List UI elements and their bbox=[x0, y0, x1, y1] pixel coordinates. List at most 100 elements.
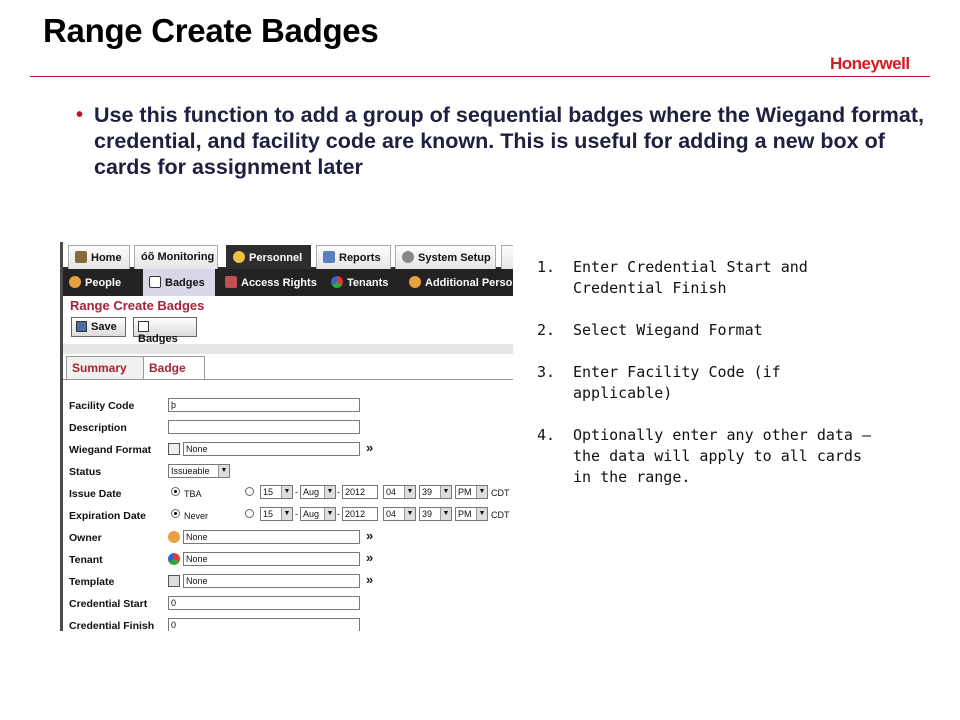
chevron-down-icon: ▼ bbox=[281, 508, 292, 520]
step-item: 2. Select Wiegand Format bbox=[537, 320, 877, 341]
owner-input[interactable]: None bbox=[183, 530, 360, 544]
issue-month-value: Aug bbox=[303, 487, 320, 497]
tab-label: Personnel bbox=[249, 252, 303, 264]
issue-minute-value: 39 bbox=[422, 487, 433, 497]
access-rights-icon bbox=[225, 276, 237, 288]
status-value: Issueable bbox=[171, 466, 210, 476]
badges-button[interactable]: Badges bbox=[133, 317, 197, 345]
credential-finish-label: Credential Finish bbox=[69, 620, 155, 631]
description-input[interactable] bbox=[168, 420, 360, 434]
subnav-access-rights[interactable]: Access Rights bbox=[219, 269, 319, 296]
expiration-never-radio[interactable] bbox=[171, 509, 180, 518]
issue-date-tba-radio[interactable] bbox=[171, 487, 180, 496]
app-screenshot: Home óõ Monitoring Personnel Reports Syst… bbox=[60, 242, 513, 631]
credential-start-input[interactable]: 0 bbox=[168, 596, 360, 610]
owner-label: Owner bbox=[69, 532, 102, 544]
credential-finish-input[interactable]: 0 bbox=[168, 618, 360, 631]
tab-label: Monitoring bbox=[157, 251, 215, 263]
facility-code-input[interactable]: þ bbox=[168, 398, 360, 412]
tab-summary[interactable]: Summary bbox=[66, 356, 144, 380]
chevron-down-icon: ▼ bbox=[324, 486, 335, 498]
subnav-additional-personnel[interactable]: Additional Personn bbox=[403, 269, 513, 296]
tenants-icon bbox=[331, 276, 343, 288]
issue-hour-select[interactable]: 04 ▼ bbox=[383, 485, 416, 499]
tab-overflow[interactable] bbox=[501, 245, 513, 269]
issue-date-specific-radio[interactable] bbox=[245, 487, 254, 496]
expiration-hour-select[interactable]: 04 ▼ bbox=[383, 507, 416, 521]
tenant-label: Tenant bbox=[69, 554, 103, 566]
issue-date-tba-label: TBA bbox=[184, 489, 202, 499]
tab-monitoring[interactable]: óõ Monitoring bbox=[134, 245, 218, 269]
template-more-button[interactable]: » bbox=[366, 572, 373, 587]
issue-month-select[interactable]: Aug ▼ bbox=[300, 485, 336, 499]
issue-year-input[interactable]: 2012 bbox=[342, 485, 378, 499]
tab-label: Home bbox=[91, 252, 122, 264]
expiration-date-label: Expiration Date bbox=[69, 510, 147, 522]
tenant-input[interactable]: None bbox=[183, 552, 360, 566]
save-icon bbox=[76, 321, 87, 332]
expiration-month-select[interactable]: Aug ▼ bbox=[300, 507, 336, 521]
tab-label: System Setup bbox=[418, 252, 491, 264]
chevron-down-icon: ▼ bbox=[440, 486, 451, 498]
subnav-people[interactable]: People bbox=[63, 269, 141, 296]
subnav-tenants[interactable]: Tenants bbox=[325, 269, 397, 296]
personnel-icon bbox=[233, 251, 245, 263]
subnav-badges[interactable]: Badges bbox=[143, 269, 215, 296]
issue-minute-select[interactable]: 39 ▼ bbox=[419, 485, 452, 499]
step-text: Enter Facility Code (if applicable) bbox=[573, 363, 781, 402]
issue-date-label: Issue Date bbox=[69, 488, 122, 500]
template-input[interactable]: None bbox=[183, 574, 360, 588]
issue-ampm-value: PM bbox=[458, 487, 472, 497]
expiration-ampm-select[interactable]: PM ▼ bbox=[455, 507, 488, 521]
instruction-steps: 1. Enter Credential Start and Credential … bbox=[537, 257, 877, 509]
wiegand-format-input[interactable]: None bbox=[183, 442, 360, 456]
expiration-ampm-value: PM bbox=[458, 509, 472, 519]
expiration-minute-select[interactable]: 39 ▼ bbox=[419, 507, 452, 521]
template-icon bbox=[168, 575, 180, 587]
expiration-minute-value: 39 bbox=[422, 509, 433, 519]
subnav-label: Tenants bbox=[347, 277, 389, 289]
issue-day-select[interactable]: 15 ▼ bbox=[260, 485, 293, 499]
owner-person-icon bbox=[168, 531, 180, 543]
bullet-text: Use this function to add a group of sequ… bbox=[94, 103, 925, 179]
expiration-year-input[interactable]: 2012 bbox=[342, 507, 378, 521]
step-number: 2. bbox=[537, 321, 556, 339]
main-tab-bar: Home óõ Monitoring Personnel Reports Syst… bbox=[63, 242, 513, 269]
step-number: 3. bbox=[537, 363, 556, 381]
step-text: Enter Credential Start and Credential Fi… bbox=[573, 258, 808, 297]
wiegand-format-label: Wiegand Format bbox=[69, 444, 152, 456]
wiegand-format-more-button[interactable]: » bbox=[366, 440, 373, 455]
personnel-subnav: People Badges Access Rights Tenants Addi… bbox=[63, 269, 513, 296]
tab-system-setup[interactable]: System Setup bbox=[395, 245, 496, 269]
tab-badge[interactable]: Badge bbox=[143, 356, 205, 380]
owner-more-button[interactable]: » bbox=[366, 528, 373, 543]
step-item: 4. Optionally enter any other data – the … bbox=[537, 425, 877, 488]
save-button[interactable]: Save bbox=[71, 317, 126, 337]
issue-day-value: 15 bbox=[263, 487, 274, 497]
status-label: Status bbox=[69, 466, 102, 478]
issue-timezone: CDT bbox=[491, 488, 510, 498]
chevron-down-icon: ▼ bbox=[476, 486, 487, 498]
credential-start-label: Credential Start bbox=[69, 598, 148, 610]
description-label: Description bbox=[69, 422, 127, 434]
date-separator: - bbox=[337, 509, 340, 519]
honeywell-logo: Honeywell bbox=[830, 54, 910, 73]
additional-personnel-icon bbox=[409, 276, 421, 288]
expiration-specific-radio[interactable] bbox=[245, 509, 254, 518]
subnav-label: Access Rights bbox=[241, 277, 317, 289]
step-number: 1. bbox=[537, 258, 556, 276]
home-icon bbox=[75, 251, 87, 263]
subnav-label: People bbox=[85, 277, 122, 289]
status-select[interactable]: Issueable ▼ bbox=[168, 464, 230, 478]
issue-hour-value: 04 bbox=[386, 487, 397, 497]
tab-reports[interactable]: Reports bbox=[316, 245, 391, 269]
tenant-more-button[interactable]: » bbox=[366, 550, 373, 565]
subnav-label: Badges bbox=[165, 277, 205, 289]
issue-ampm-select[interactable]: PM ▼ bbox=[455, 485, 488, 499]
tenant-icon bbox=[168, 553, 180, 565]
tab-home[interactable]: Home bbox=[68, 245, 130, 269]
tab-personnel[interactable]: Personnel bbox=[226, 245, 311, 269]
save-label: Save bbox=[91, 321, 117, 333]
expiration-never-label: Never bbox=[184, 511, 209, 521]
expiration-day-select[interactable]: 15 ▼ bbox=[260, 507, 293, 521]
